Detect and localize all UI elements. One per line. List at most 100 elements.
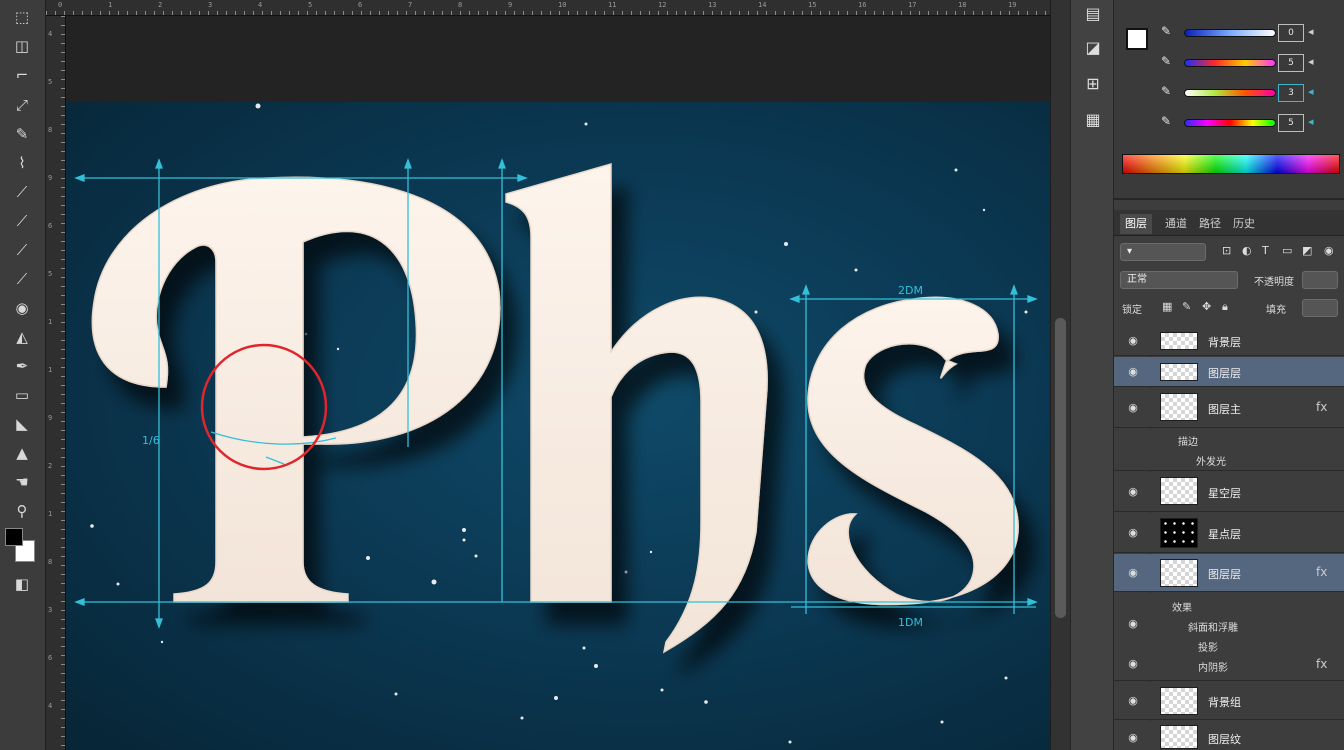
lock-move-icon[interactable]: ✥ bbox=[1202, 300, 1211, 313]
lock-brush-icon[interactable]: ✎ bbox=[1182, 300, 1191, 313]
layer-row-selected[interactable]: ◉ 图层层 fx bbox=[1114, 554, 1344, 592]
filter-adjust-icon[interactable]: ◐ bbox=[1242, 244, 1252, 257]
filter-type-icon[interactable]: T bbox=[1262, 244, 1269, 257]
color-slider-4[interactable] bbox=[1184, 119, 1276, 127]
color-value-1[interactable]: 0 bbox=[1278, 24, 1304, 42]
canvas-artwork[interactable]: 2DM 1DM 1/6 bbox=[66, 102, 1050, 750]
layer-effects-group: ◉ ◉ 效果 斜面和浮雕 投影 内阴影 fx bbox=[1114, 593, 1344, 681]
star-dot bbox=[1024, 310, 1028, 314]
color-slider-3[interactable] bbox=[1184, 89, 1276, 97]
history-brush-tool-icon[interactable]: ⟋ bbox=[9, 210, 35, 232]
foreground-color-swatch[interactable] bbox=[5, 528, 23, 546]
layer-row[interactable]: ◉ 星点层 bbox=[1114, 513, 1344, 553]
color-slider-2[interactable] bbox=[1184, 59, 1276, 67]
effect-name[interactable]: 内阴影 bbox=[1198, 659, 1228, 674]
layer-kind-filter[interactable]: ▾ bbox=[1120, 243, 1206, 261]
visibility-eye-icon[interactable]: ◉ bbox=[1126, 401, 1140, 414]
lock-pixels-icon[interactable]: ▦ bbox=[1162, 300, 1172, 313]
dodge-tool-icon[interactable]: ◭ bbox=[9, 326, 35, 348]
visibility-eye-icon[interactable]: ◉ bbox=[1126, 566, 1140, 579]
visibility-eye-icon[interactable]: ◉ bbox=[1126, 731, 1140, 744]
visibility-eye-icon[interactable]: ◉ bbox=[1126, 365, 1140, 378]
brush-tool-icon[interactable]: ⌇ bbox=[9, 152, 35, 174]
effect-name[interactable]: 描边 bbox=[1178, 433, 1198, 448]
shape-tool-icon[interactable]: ▲ bbox=[9, 442, 35, 464]
actions-panel-icon[interactable]: ◪ bbox=[1081, 36, 1105, 60]
lock-all-icon[interactable]: 🔒︎ bbox=[1222, 300, 1228, 314]
dropper-icon: ✎ bbox=[1160, 54, 1172, 68]
visibility-eye-icon[interactable]: ◉ bbox=[1126, 694, 1140, 707]
marquee-tool-icon[interactable]: ⬚ bbox=[9, 6, 35, 28]
star-dot bbox=[394, 692, 398, 696]
zoom-tool-icon[interactable]: ⚲ bbox=[9, 500, 35, 522]
blend-mode-select[interactable]: 正常 bbox=[1120, 271, 1238, 289]
gradient-tool-icon[interactable]: ⟋ bbox=[9, 268, 35, 290]
crop-tool-icon[interactable]: ⌐ bbox=[9, 64, 35, 86]
phs-text-layer[interactable] bbox=[91, 163, 1019, 654]
effect-name[interactable]: 效果 bbox=[1172, 599, 1192, 614]
tab-paths[interactable]: 路径 bbox=[1194, 214, 1226, 234]
ruler-number: 7 bbox=[408, 1, 413, 9]
blur-tool-icon[interactable]: ◉ bbox=[9, 297, 35, 319]
canvas-scrollbar[interactable] bbox=[1050, 0, 1070, 750]
layer-row[interactable]: ◉ 星空层 bbox=[1114, 472, 1344, 512]
type-tool-icon[interactable]: ▭ bbox=[9, 384, 35, 406]
effect-name[interactable]: 投影 bbox=[1198, 639, 1218, 654]
opacity-input[interactable] bbox=[1302, 271, 1338, 289]
eyedropper-tool-icon[interactable]: ⤢ bbox=[9, 94, 35, 116]
visibility-eye-icon[interactable]: ◉ bbox=[1126, 334, 1140, 347]
filter-toggle-icon[interactable]: ◉ bbox=[1324, 244, 1334, 257]
filter-pixel-icon[interactable]: ⊡ bbox=[1222, 244, 1231, 257]
color-value-4[interactable]: 5 bbox=[1278, 114, 1304, 132]
color-spectrum[interactable] bbox=[1122, 154, 1340, 174]
ruler-number: 1 bbox=[48, 318, 53, 326]
ruler-number: 13 bbox=[708, 1, 717, 9]
star-dot bbox=[554, 696, 558, 700]
layer-row[interactable]: ◉ 背景层 bbox=[1114, 326, 1344, 356]
layer-fx-icon[interactable]: fx bbox=[1316, 565, 1327, 579]
pen-tool-icon[interactable]: ✒ bbox=[9, 355, 35, 377]
layer-fx-icon[interactable]: fx bbox=[1316, 657, 1327, 671]
color-value-2[interactable]: 5 bbox=[1278, 54, 1304, 72]
history-panel-icon[interactable]: ▤ bbox=[1081, 2, 1105, 26]
lasso-tool-icon[interactable]: ◫ bbox=[9, 35, 35, 57]
layer-thumbnail bbox=[1160, 687, 1198, 715]
slider-marker-icon: ◂ bbox=[1308, 25, 1314, 38]
tab-channels[interactable]: 通道 bbox=[1160, 214, 1192, 234]
color-slider-1[interactable] bbox=[1184, 29, 1276, 37]
star-dot bbox=[594, 664, 598, 668]
filter-shape-icon[interactable]: ▭ bbox=[1282, 244, 1292, 257]
properties-panel-icon[interactable]: ⊞ bbox=[1081, 72, 1105, 96]
fill-input[interactable] bbox=[1302, 299, 1338, 317]
color-value-3[interactable]: 3 bbox=[1278, 84, 1304, 102]
eraser-tool-icon[interactable]: ⟋ bbox=[9, 239, 35, 261]
ruler-number: 9 bbox=[508, 1, 513, 9]
scrollbar-thumb[interactable] bbox=[1055, 318, 1066, 618]
healing-tool-icon[interactable]: ✎ bbox=[9, 123, 35, 145]
ruler-number: 12 bbox=[658, 1, 667, 9]
effect-name[interactable]: 外发光 bbox=[1196, 453, 1226, 468]
layer-row[interactable]: ◉ 图层主 fx bbox=[1114, 388, 1344, 428]
layer-row[interactable]: ◉ 背景组 bbox=[1114, 682, 1344, 720]
layer-row[interactable]: ◉ 图层纹 bbox=[1114, 721, 1344, 750]
filter-smart-icon[interactable]: ◩ bbox=[1302, 244, 1312, 257]
ruler-number: 16 bbox=[858, 1, 867, 9]
layer-fx-icon[interactable]: fx bbox=[1316, 400, 1327, 414]
effect-name[interactable]: 斜面和浮雕 bbox=[1188, 619, 1238, 634]
layer-name: 图层层 bbox=[1208, 367, 1241, 380]
quick-mask-icon[interactable]: ◧ bbox=[9, 573, 35, 595]
visibility-eye-icon[interactable]: ◉ bbox=[1126, 526, 1140, 539]
visibility-eye-icon[interactable]: ◉ bbox=[1126, 657, 1140, 670]
tab-layers[interactable]: 图层 bbox=[1120, 214, 1152, 234]
hand-tool-icon[interactable]: ☚ bbox=[9, 471, 35, 493]
visibility-eye-icon[interactable]: ◉ bbox=[1126, 617, 1140, 630]
star-dot bbox=[520, 716, 524, 720]
layer-row-selected[interactable]: ◉ 图层层 bbox=[1114, 357, 1344, 387]
visibility-eye-icon[interactable]: ◉ bbox=[1126, 485, 1140, 498]
foreground-swatch[interactable] bbox=[1126, 28, 1148, 50]
path-select-tool-icon[interactable]: ◣ bbox=[9, 413, 35, 435]
clone-tool-icon[interactable]: ⟋ bbox=[9, 181, 35, 203]
tab-history[interactable]: 历史 bbox=[1228, 214, 1260, 234]
color-row-1: ✎ 0 ◂ bbox=[1158, 24, 1338, 44]
libraries-panel-icon[interactable]: ▦ bbox=[1081, 108, 1105, 132]
